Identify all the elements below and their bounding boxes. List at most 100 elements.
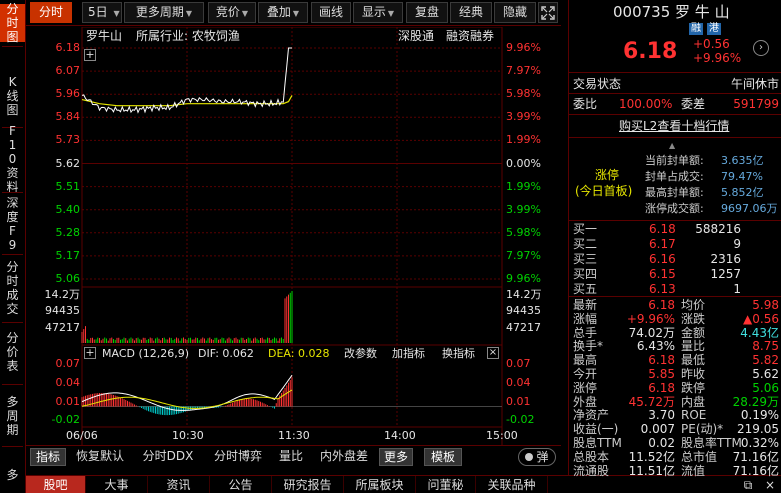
stat-l2: 流值 [681, 463, 706, 478]
stat-l2: 涨跌 [681, 311, 706, 326]
xianshi-label: 显示 [361, 5, 386, 19]
buy-row-vol: 1257 [710, 267, 741, 281]
tag-rongzi[interactable]: 融资融券 [446, 30, 494, 42]
more-period-select[interactable]: 更多周期 ▼ [124, 2, 204, 23]
huanzhibiao-button[interactable]: 换指标 [442, 348, 475, 360]
quote-panel: 000735 罗 牛 山 融 港 6.18 +0.56 +9.96% › 交易状… [568, 0, 781, 478]
tab-huifu[interactable]: 恢复默认 [70, 448, 130, 466]
stat-l1: 涨停 [573, 380, 598, 395]
tab-fenshi[interactable]: 分时 [30, 2, 72, 23]
tab-guba[interactable]: 股吧 [26, 476, 86, 493]
fullscreen-icon[interactable] [538, 2, 558, 23]
pct-tick-right: 5.98% [506, 87, 541, 101]
price-tick-left: 5.17 [55, 248, 81, 262]
stat-v2: 5.62 [752, 367, 779, 381]
nav-depth[interactable]: 深度F9 [0, 196, 25, 252]
stat-l1: 总股本 [573, 449, 610, 464]
close-icon[interactable]: × [487, 347, 499, 359]
tab-yanjiu[interactable]: 研究报告 [272, 476, 344, 493]
stat-l2: 总市值 [681, 449, 718, 464]
tab-zixun[interactable]: 资讯 [148, 476, 210, 493]
seal-row-value: 5.852亿 [721, 186, 764, 199]
tab-bankuai[interactable]: 所属板块 [344, 476, 416, 493]
nav-f10[interactable]: F10资料 [0, 124, 25, 194]
tab-neiwaipan[interactable]: 内外盘差 [314, 448, 374, 466]
price-tick-left: 6.07 [55, 64, 81, 78]
pct-tick-right: 7.97% [506, 64, 541, 78]
chart-stock-name: 罗牛山 [86, 29, 123, 43]
buy-row-vol: 9 [733, 237, 741, 251]
stat-v2: 0.32% [740, 436, 779, 450]
tab-dashi[interactable]: 大事 [86, 476, 148, 493]
nav-fenshi[interactable]: 分时图 [0, 2, 25, 44]
tab-dongmi[interactable]: 问董秘 [416, 476, 476, 493]
buy-row-price: 6.15 [649, 267, 676, 281]
jingjia-select[interactable]: 竞价 ▼ [208, 2, 256, 23]
stat-v2: 71.16亿 [732, 463, 779, 478]
volume-tick: 94435 [45, 304, 80, 317]
nav-kline[interactable]: K线图 [0, 72, 25, 120]
tag-shengutong[interactable]: 深股通 [398, 30, 434, 42]
add-icon[interactable]: + [84, 49, 96, 61]
stat-l1: 流通股 [573, 463, 610, 478]
buy-l2-link[interactable]: 购买L2查看十档行情 [619, 119, 729, 133]
price-tick-left: 5.51 [55, 179, 81, 193]
toggle-tan[interactable]: 弹 [518, 448, 556, 466]
yincang-label: 隐藏 [502, 5, 527, 19]
macd-tick: 0.01 [506, 395, 531, 408]
stat-v1: 6.43% [636, 339, 675, 354]
close-panel-icon[interactable]: × [760, 476, 780, 493]
chevron-right-icon[interactable]: › [753, 40, 769, 56]
tab-liangbi[interactable]: 量比 [274, 448, 308, 466]
stat-v1: 11.52亿 [628, 449, 675, 464]
tab-ddx[interactable]: 分时DDX [136, 448, 200, 466]
tab-gonggao[interactable]: 公告 [210, 476, 272, 493]
nav-more[interactable]: 多 [0, 458, 25, 492]
dif-label: DIF: 0.062 [198, 347, 254, 360]
macd-tick: 0.07 [55, 357, 81, 370]
price-tick-left: 5.28 [55, 225, 81, 239]
buy-row-label: 买二 [573, 237, 598, 251]
tab-guanlian[interactable]: 关联品种 [476, 476, 548, 493]
nav-depth-label: 深度F9 [6, 196, 19, 252]
macd-tick: 0.04 [55, 376, 81, 389]
add-indicator-icon[interactable]: + [84, 347, 96, 359]
nav-fenjiabiao[interactable]: 分价表 [0, 328, 25, 376]
jingdian-button[interactable]: 经典 [450, 2, 492, 23]
time-label-4: 15:00 [486, 429, 518, 442]
pct-tick-right: 5.98% [506, 225, 541, 239]
time-label-1: 10:30 [172, 429, 204, 442]
tab-moban[interactable]: 模板 [424, 448, 462, 466]
yincang-button[interactable]: 隐藏 [494, 2, 536, 23]
huaxian-button[interactable]: 画线 [311, 2, 351, 23]
stat-v1: +9.96% [626, 311, 675, 326]
tab-more[interactable]: 更多 [379, 448, 413, 466]
nav-multi-period[interactable]: 多周期 [0, 392, 25, 440]
volume-tick: 14.2万 [44, 288, 81, 301]
collapse-icon[interactable]: ▲ [669, 139, 675, 153]
tab-boyi[interactable]: 分时博弈 [206, 448, 270, 466]
chevron-down-icon: ▼ [241, 9, 249, 18]
fupan-button[interactable]: 复盘 [406, 2, 448, 23]
tab-zhibiao[interactable]: 指标 [30, 448, 66, 466]
stat-v2: 5.82 [752, 353, 779, 368]
pct-tick-right: 9.96% [506, 41, 541, 54]
stat-v2: 5.06 [752, 380, 779, 395]
popout-icon[interactable]: ⧉ [738, 476, 758, 493]
macd-tick: -0.02 [51, 413, 80, 426]
nav-fenshi-chengjiao[interactable]: 分时成交 [0, 260, 25, 316]
trade-state-label: 交易状态 [573, 77, 622, 91]
xianshi-select[interactable]: 显示 ▼ [353, 2, 403, 23]
jiazhibiao-button[interactable]: 加指标 [392, 348, 425, 360]
nav-f10-label: F10资料 [6, 124, 19, 194]
stat-l1: 股息TTM [573, 436, 622, 450]
price-change-pct: +9.96% [693, 51, 742, 65]
stat-l1: 收益(一) [573, 422, 619, 437]
days-select[interactable]: 5日 ▼ [82, 2, 122, 23]
first-board-label: (今日首板) [575, 184, 633, 198]
info-tabs: 股吧 大事 资讯 公告 研究报告 所属板块 问董秘 关联品种 ⧉ × [26, 475, 781, 493]
toggle-knob-icon [525, 453, 534, 461]
seal-row-label: 涨停成交额: [645, 202, 704, 215]
diejia-select[interactable]: 叠加 ▼ [258, 2, 308, 23]
gaicanshu-button[interactable]: 改参数 [344, 348, 377, 360]
